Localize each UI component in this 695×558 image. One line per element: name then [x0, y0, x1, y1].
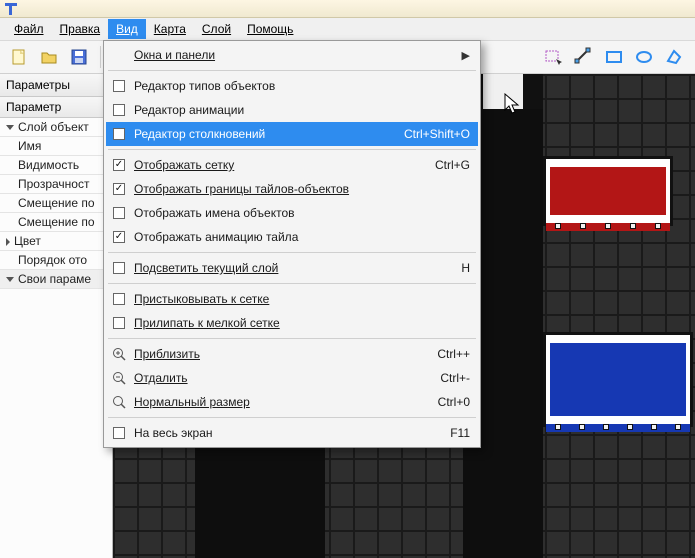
properties-panel: Параметры Параметр Слой объект Имя Видим… — [0, 74, 113, 558]
menu-snap-fine[interactable]: Прилипать к мелкой сетке — [106, 311, 478, 335]
zoom-out-icon — [110, 371, 128, 385]
prop-offset-x[interactable]: Смещение по — [0, 194, 112, 213]
menu-edit[interactable]: Правка — [52, 19, 109, 39]
menu-show-tile-bounds[interactable]: Отображать границы тайлов-объектов — [106, 177, 478, 201]
app-icon — [4, 2, 18, 16]
menu-bar: Файл Правка Вид Карта Слой Помощь — [0, 18, 695, 40]
menu-map[interactable]: Карта — [146, 19, 194, 39]
menu-collision-editor[interactable]: Редактор столкновений Ctrl+Shift+O — [106, 122, 478, 146]
open-button[interactable] — [36, 44, 62, 70]
menu-file[interactable]: Файл — [6, 19, 52, 39]
rect-tool-button[interactable] — [601, 44, 627, 70]
prop-order[interactable]: Порядок ото — [0, 251, 112, 270]
menu-show-tile-animation[interactable]: Отображать анимацию тайла — [106, 225, 478, 249]
select-tool-button[interactable] — [541, 44, 567, 70]
panel-column-header: Параметр — [0, 97, 112, 118]
menu-windows-panels[interactable]: Окна и панели ▶ — [106, 43, 478, 67]
menu-show-object-names[interactable]: Отображать имена объектов — [106, 201, 478, 225]
menu-zoom-in[interactable]: Приблизить Ctrl++ — [106, 342, 478, 366]
title-bar — [0, 0, 695, 18]
prop-name[interactable]: Имя — [0, 137, 112, 156]
section-layer[interactable]: Слой объект — [0, 118, 112, 137]
menu-help[interactable]: Помощь — [239, 19, 301, 39]
menu-snap-grid[interactable]: Пристыковывать к сетке — [106, 287, 478, 311]
menu-fullscreen[interactable]: На весь экран F11 — [106, 421, 478, 445]
ellipse-tool-button[interactable] — [631, 44, 657, 70]
prop-offset-y[interactable]: Смещение по — [0, 213, 112, 232]
prop-opacity[interactable]: Прозрачност — [0, 175, 112, 194]
menu-type-editor[interactable]: Редактор типов объектов — [106, 74, 478, 98]
zoom-in-icon — [110, 347, 128, 361]
panel-title: Параметры — [0, 74, 112, 97]
prop-color[interactable]: Цвет — [0, 232, 112, 251]
toolbar-separator — [100, 46, 101, 68]
view-menu-dropdown: Окна и панели ▶ Редактор типов объектов … — [103, 40, 481, 448]
save-button[interactable] — [66, 44, 92, 70]
edit-points-button[interactable] — [571, 44, 597, 70]
new-button[interactable] — [6, 44, 32, 70]
zoom-reset-icon — [110, 395, 128, 409]
menu-layer[interactable]: Слой — [194, 19, 239, 39]
menu-show-grid[interactable]: Отображать сетку Ctrl+G — [106, 153, 478, 177]
prop-visibility[interactable]: Видимость — [0, 156, 112, 175]
menu-view[interactable]: Вид — [108, 19, 146, 39]
menu-zoom-out[interactable]: Отдалить Ctrl+- — [106, 366, 478, 390]
polygon-tool-button[interactable] — [661, 44, 687, 70]
section-custom[interactable]: Свои параме — [0, 270, 112, 289]
menu-animation-editor[interactable]: Редактор анимации — [106, 98, 478, 122]
submenu-arrow-icon: ▶ — [462, 49, 470, 62]
menu-normal-size[interactable]: Нормальный размер Ctrl+0 — [106, 390, 478, 414]
menu-highlight-layer[interactable]: Подсветить текущий слой H — [106, 256, 478, 280]
